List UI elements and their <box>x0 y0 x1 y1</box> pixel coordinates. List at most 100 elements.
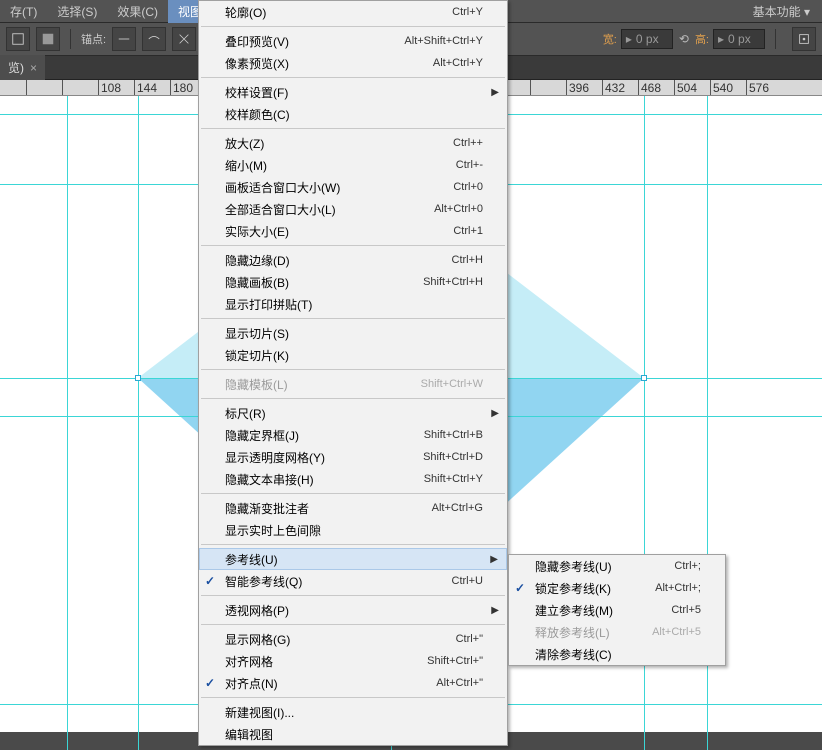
menu-item[interactable]: 画板适合窗口大小(W) Ctrl+0 <box>199 176 507 198</box>
menu-item-label: 校样设置(F) <box>225 84 483 101</box>
guide-vertical[interactable] <box>138 96 139 750</box>
submenu-arrow-icon: ▶ <box>491 408 499 419</box>
menu-effect[interactable]: 效果(C) <box>107 0 168 23</box>
width-input[interactable]: ▸0 px <box>621 29 673 49</box>
menu-save[interactable]: 存(T) <box>0 0 47 23</box>
menu-item-label: 标尺(R) <box>225 405 483 422</box>
close-icon[interactable]: × <box>30 61 37 75</box>
menu-item[interactable]: 校样设置(F) ▶ <box>199 81 507 103</box>
menu-item[interactable]: 清除参考线(C) <box>509 643 725 665</box>
menu-item[interactable]: 编辑视图 <box>199 723 507 745</box>
menu-item[interactable]: 建立参考线(M)Ctrl+5 <box>509 599 725 621</box>
tool-btn-end[interactable] <box>792 27 816 51</box>
menu-item[interactable]: 显示打印拼贴(T) <box>199 293 507 315</box>
menu-item-label: 显示透明度网格(Y) <box>225 449 391 466</box>
menu-item-label: 像素预览(X) <box>225 55 401 72</box>
menu-item[interactable]: 叠印预览(V)Alt+Shift+Ctrl+Y <box>199 30 507 52</box>
submenu-arrow-icon: ▶ <box>491 87 499 98</box>
menu-item[interactable]: 标尺(R) ▶ <box>199 402 507 424</box>
menu-item[interactable]: 显示透明度网格(Y)Shift+Ctrl+D <box>199 446 507 468</box>
guide-vertical[interactable] <box>67 96 68 750</box>
menu-item[interactable]: 显示网格(G)Ctrl+" <box>199 628 507 650</box>
menu-item-label: 隐藏模板(L) <box>225 376 389 393</box>
menu-item-label: 锁定切片(K) <box>225 347 483 364</box>
menu-item[interactable]: ✓ 锁定参考线(K) Alt+Ctrl+; <box>509 577 725 599</box>
menu-item[interactable]: 对齐网格 Shift+Ctrl+" <box>199 650 507 672</box>
menu-item: 隐藏模板(L) Shift+Ctrl+W <box>199 373 507 395</box>
ruler-tick: 504 <box>674 80 697 95</box>
menu-shortcut: Alt+Ctrl+G <box>432 502 483 514</box>
menu-item[interactable]: 隐藏定界框(J) Shift+Ctrl+B <box>199 424 507 446</box>
anchor-convert-1[interactable] <box>112 27 136 51</box>
menu-item-label: 画板适合窗口大小(W) <box>225 179 421 196</box>
menu-item-label: 轮廓(O) <box>225 4 420 21</box>
menu-item[interactable]: 隐藏边缘(D) Ctrl+H <box>199 249 507 271</box>
anchor-point[interactable] <box>641 375 647 381</box>
menu-item[interactable]: 缩小(M)Ctrl+- <box>199 154 507 176</box>
menu-item[interactable]: ✓对齐点(N)Alt+Ctrl+" <box>199 672 507 694</box>
menu-shortcut: Shift+Ctrl+W <box>421 378 483 390</box>
menu-shortcut: Ctrl+; <box>674 560 701 572</box>
menu-item[interactable]: 隐藏画板(B)Shift+Ctrl+H <box>199 271 507 293</box>
view-menu-dropdown: 轮廓(O)Ctrl+Y叠印预览(V)Alt+Shift+Ctrl+Y像素预览(X… <box>198 0 508 746</box>
tool-btn-2[interactable] <box>36 27 60 51</box>
menu-item-label: 新建视图(I)... <box>225 704 483 721</box>
menu-item-label: 实际大小(E) <box>225 223 421 240</box>
menu-item[interactable]: 参考线(U)▶ <box>199 548 507 570</box>
menu-item-label: 对齐网格 <box>225 653 395 670</box>
menu-item[interactable]: 透视网格(P)▶ <box>199 599 507 621</box>
menu-item[interactable]: 隐藏参考线(U)Ctrl+; <box>509 555 725 577</box>
menu-item[interactable]: 轮廓(O) Ctrl+Y <box>199 1 507 23</box>
ruler-tick: 144 <box>134 80 157 95</box>
link-wh-icon[interactable]: ⟲ <box>679 32 689 46</box>
menu-item[interactable]: 隐藏文本串接(H)Shift+Ctrl+Y <box>199 468 507 490</box>
check-icon: ✓ <box>515 581 525 595</box>
menu-item[interactable]: 显示切片(S) <box>199 322 507 344</box>
menu-item-label: 显示打印拼贴(T) <box>225 296 483 313</box>
menu-shortcut: Alt+Ctrl+0 <box>434 203 483 215</box>
height-label: 高: <box>695 31 709 47</box>
workspace-switcher[interactable]: 基本功能 ▾ <box>741 0 822 23</box>
menu-shortcut: Ctrl+H <box>452 254 483 266</box>
menu-shortcut: Alt+Ctrl+5 <box>652 626 701 638</box>
menu-shortcut: Alt+Ctrl+Y <box>433 57 483 69</box>
menu-shortcut: Ctrl+1 <box>453 225 483 237</box>
menu-item[interactable]: 新建视图(I)... <box>199 701 507 723</box>
menu-item-label: 智能参考线(Q) <box>225 573 420 590</box>
submenu-arrow-icon: ▶ <box>490 554 498 565</box>
guides-submenu: 隐藏参考线(U)Ctrl+; ✓ 锁定参考线(K) Alt+Ctrl+; 建立参考线(M… <box>508 554 726 666</box>
height-input[interactable]: ▸0 px <box>713 29 765 49</box>
menu-shortcut: Shift+Ctrl+B <box>424 429 483 441</box>
menu-item[interactable]: 实际大小(E) Ctrl+1 <box>199 220 507 242</box>
menu-item-label: 隐藏渐变批注者 <box>225 500 400 517</box>
menu-item[interactable]: 锁定切片(K) <box>199 344 507 366</box>
menu-item-label: 隐藏边缘(D) <box>225 252 420 269</box>
anchor-convert-2[interactable] <box>142 27 166 51</box>
menu-item[interactable]: ✓智能参考线(Q)Ctrl+U <box>199 570 507 592</box>
document-tab[interactable]: 览) × <box>0 55 45 80</box>
tool-btn-1[interactable] <box>6 27 30 51</box>
ruler-tick <box>530 80 533 95</box>
menu-shortcut: Ctrl+Y <box>452 6 483 18</box>
menu-item-label: 锁定参考线(K) <box>535 580 623 597</box>
menu-shortcut: Shift+Ctrl+" <box>427 655 483 667</box>
menu-item[interactable]: 隐藏渐变批注者 Alt+Ctrl+G <box>199 497 507 519</box>
ruler-tick: 180 <box>170 80 193 95</box>
menu-item[interactable]: 像素预览(X) Alt+Ctrl+Y <box>199 52 507 74</box>
menu-item[interactable]: 放大(Z)Ctrl++ <box>199 132 507 154</box>
menu-item[interactable]: 全部适合窗口大小(L)Alt+Ctrl+0 <box>199 198 507 220</box>
menu-item-label: 释放参考线(L) <box>535 624 620 641</box>
menu-item: 释放参考线(L) Alt+Ctrl+5 <box>509 621 725 643</box>
menu-shortcut: Ctrl+0 <box>453 181 483 193</box>
menu-item-label: 显示切片(S) <box>225 325 483 342</box>
anchor-remove[interactable] <box>172 27 196 51</box>
menu-item[interactable]: 校样颜色(C) <box>199 103 507 125</box>
menu-shortcut: Alt+Ctrl+" <box>436 677 483 689</box>
menu-shortcut: Alt+Ctrl+; <box>655 582 701 594</box>
anchor-point[interactable] <box>135 375 141 381</box>
menu-item-label: 隐藏定界框(J) <box>225 427 392 444</box>
width-field-group: 宽: ▸0 px <box>603 29 673 49</box>
menu-item[interactable]: 显示实时上色间隙 <box>199 519 507 541</box>
menu-item-label: 校样颜色(C) <box>225 106 483 123</box>
menu-select[interactable]: 选择(S) <box>47 0 107 23</box>
